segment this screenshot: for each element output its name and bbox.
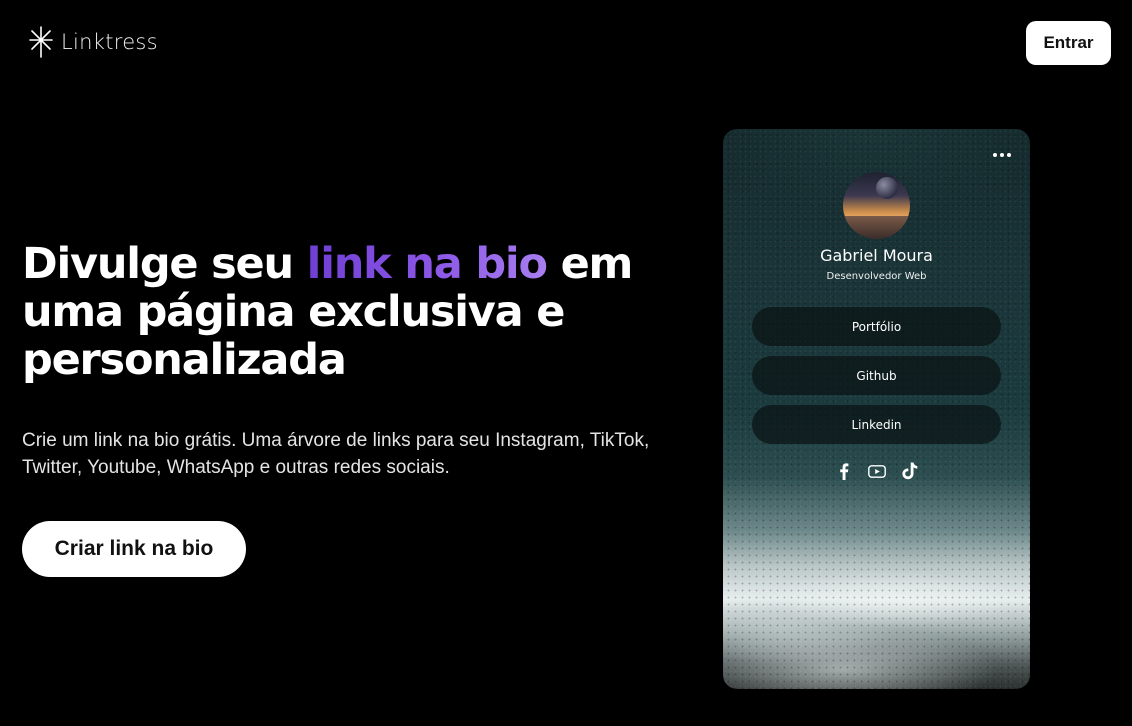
logo[interactable]: Linktress	[28, 25, 158, 59]
social-icons	[723, 462, 1030, 480]
create-link-button[interactable]: Criar link na bio	[22, 521, 246, 577]
profile-name: Gabriel Moura	[820, 246, 933, 265]
avatar	[843, 172, 910, 239]
hero-title: Divulge seu link na bio em uma página ex…	[22, 240, 662, 384]
youtube-icon[interactable]	[867, 462, 886, 480]
facebook-icon[interactable]	[835, 462, 853, 480]
login-button[interactable]: Entrar	[1026, 21, 1111, 65]
tiktok-icon[interactable]	[901, 462, 919, 480]
profile-preview-card: Gabriel Moura Desenvolvedor Web Portfóli…	[723, 129, 1030, 689]
link-button-portfolio[interactable]: Portfólio	[752, 307, 1001, 346]
more-options-icon[interactable]	[989, 145, 1015, 165]
link-button-linkedin[interactable]: Linkedin	[752, 405, 1001, 444]
hero-title-start: Divulge seu	[22, 239, 307, 289]
link-button-github[interactable]: Github	[752, 356, 1001, 395]
hero-title-accent: link na bio	[306, 239, 548, 289]
landing-page: Linktress Entrar Divulge seu link na bio…	[0, 0, 1132, 726]
sparkle-logo-icon	[28, 25, 54, 59]
logo-text: Linktress	[61, 30, 158, 54]
hero-subtitle: Crie um link na bio grátis. Uma árvore d…	[22, 430, 650, 478]
profile-role: Desenvolvedor Web	[826, 271, 927, 282]
